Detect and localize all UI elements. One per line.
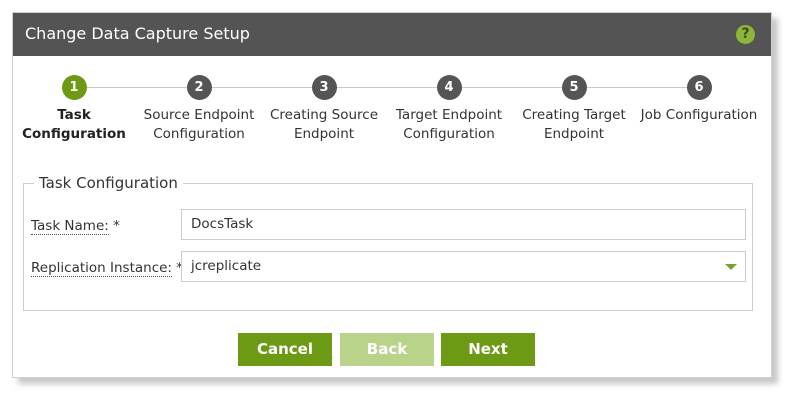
step-number: 2 (186, 75, 212, 100)
replication-instance-select[interactable]: jcreplicate (181, 251, 746, 282)
step-number: 5 (561, 75, 587, 100)
replication-instance-label: Replication Instance: * (31, 260, 184, 277)
dialog-titlebar: Change Data Capture Setup ? (13, 13, 771, 56)
cdc-setup-dialog: Change Data Capture Setup ? 1 Task Confi… (12, 12, 772, 378)
step-number: 1 (61, 75, 87, 100)
step-number: 4 (436, 75, 462, 100)
step-label: Job Configuration (640, 107, 758, 123)
task-configuration-group: Task Configuration Task Name: * DocsTask… (23, 174, 753, 311)
back-button: Back (340, 333, 434, 366)
dialog-title: Change Data Capture Setup (25, 24, 250, 43)
help-icon[interactable]: ? (736, 25, 755, 44)
next-button[interactable]: Next (441, 333, 535, 366)
step-label: Target Endpoint Configuration (395, 107, 503, 142)
group-legend: Task Configuration (34, 174, 183, 192)
step-job-configuration[interactable]: 6 Job Configuration (629, 75, 769, 125)
step-target-endpoint-configuration[interactable]: 4 Target Endpoint Configuration (379, 75, 519, 144)
wizard-stepper: 1 Task Configuration 2 Source Endpoint C… (13, 75, 771, 165)
task-name-value: DocsTask (191, 216, 254, 232)
task-name-label: Task Name: * (31, 218, 120, 235)
step-source-endpoint-configuration[interactable]: 2 Source Endpoint Configuration (129, 75, 269, 144)
cancel-button[interactable]: Cancel (238, 333, 332, 366)
step-task-configuration[interactable]: 1 Task Configuration (13, 75, 144, 144)
dropdown-caret-icon[interactable] (725, 264, 737, 270)
step-label: Source Endpoint Configuration (143, 107, 255, 142)
step-number: 6 (686, 75, 712, 100)
step-creating-target-endpoint[interactable]: 5 Creating Target Endpoint (504, 75, 644, 144)
replication-instance-value: jcreplicate (191, 258, 262, 274)
step-label: Creating Target Endpoint (522, 107, 626, 142)
step-label: Task Configuration (22, 107, 126, 142)
step-label: Creating Source Endpoint (269, 107, 379, 142)
step-number: 3 (311, 75, 337, 100)
task-name-input[interactable]: DocsTask (181, 209, 746, 240)
step-creating-source-endpoint[interactable]: 3 Creating Source Endpoint (254, 75, 394, 144)
